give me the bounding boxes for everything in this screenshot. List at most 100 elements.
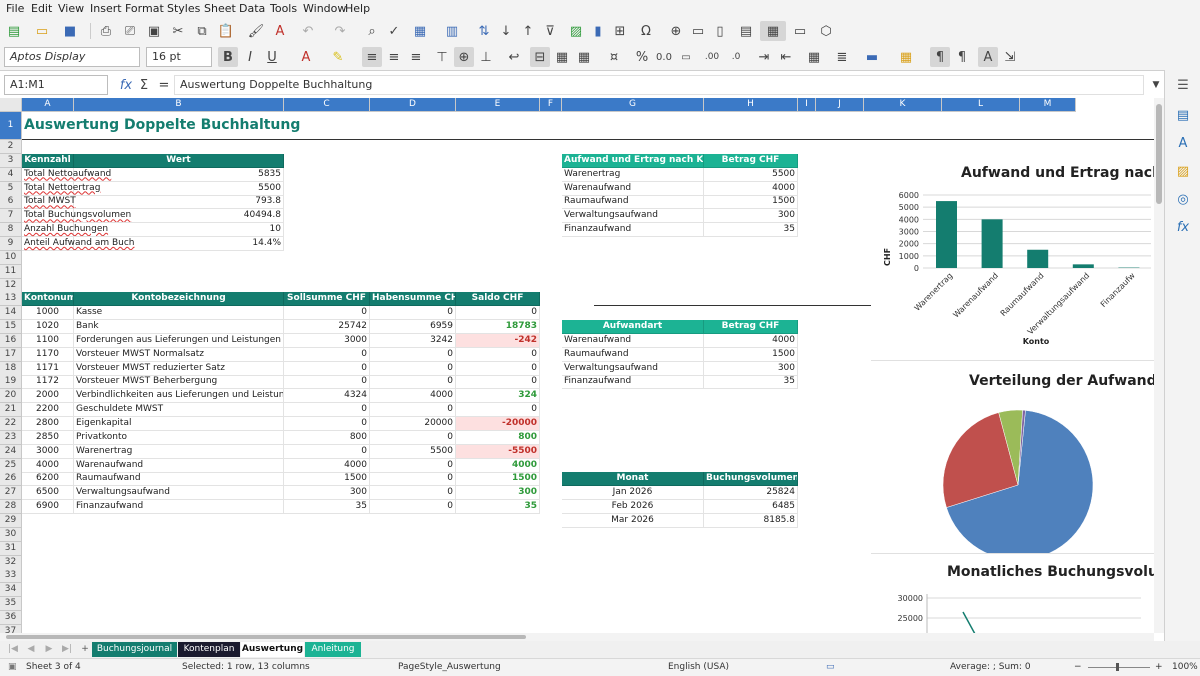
ledger-saldo[interactable]: 0 [456,362,540,376]
aufwandart-table-label[interactable]: Raumaufwand [562,348,704,362]
ledger-soll[interactable]: 1500 [284,472,370,486]
styles-icon[interactable]: A [1174,136,1192,154]
ledger-saldo[interactable]: 0 [456,375,540,389]
column-header-m[interactable]: M [1020,98,1076,112]
column-header-j[interactable]: J [816,98,864,112]
ledger-bezeichnung[interactable]: Forderungen aus Lieferungen und Leistung… [74,334,284,348]
ledger-bezeichnung[interactable]: Vorsteuer MWST reduzierter Satz [74,362,284,376]
align-top-icon[interactable]: ⊤ [432,47,452,67]
gallery-icon[interactable]: ▨ [1174,164,1192,182]
menu-sheet[interactable]: Sheet [204,2,236,15]
kpi-label[interactable]: Total Nettoertrag [22,182,74,196]
ledger-soll[interactable]: 0 [284,348,370,362]
selection-mode-icon[interactable]: ▭ [826,662,835,672]
ledger-konto[interactable]: 1172 [22,375,74,389]
paste-icon[interactable]: 📋 [216,21,236,41]
clear-format-icon[interactable]: A [270,21,290,41]
ledger-saldo[interactable]: -5500 [456,445,540,459]
ledger-header-0[interactable]: Kontonummer [22,292,74,306]
aufwandart-table-label[interactable]: Warenaufwand [562,334,704,348]
ledger-konto[interactable]: 2000 [22,389,74,403]
ltr-icon[interactable]: ¶ [930,47,950,67]
row-header-31[interactable]: 31 [0,542,22,556]
row-header-12[interactable]: 12 [0,279,22,293]
ledger-konto[interactable]: 1020 [22,320,74,334]
add-decimal-icon[interactable]: .00 [702,47,722,67]
aufwandart-table-label[interactable]: Verwaltungsaufwand [562,362,704,376]
menu-help[interactable]: Help [345,2,370,15]
vertical-scroll-thumb[interactable] [1156,104,1162,204]
monat-table-label[interactable]: Mar 2026 [562,514,704,528]
select-all-corner[interactable] [0,98,22,112]
sort-descending-icon[interactable]: ↑ [518,21,538,41]
ledger-haben[interactable]: 0 [370,375,456,389]
insert-image-icon[interactable]: ▨ [566,21,586,41]
kpi-value[interactable]: 14.4% [74,237,284,251]
ledger-saldo[interactable]: 300 [456,486,540,500]
kpi-label[interactable]: Anzahl Buchungen [22,223,74,237]
ledger-haben[interactable]: 0 [370,459,456,473]
ledger-header-2[interactable]: Sollsumme CHF [284,292,370,306]
row-header-13[interactable]: 13 [0,292,22,306]
spelling-icon[interactable]: ✓ [384,21,404,41]
ledger-saldo[interactable]: 1500 [456,472,540,486]
row-header-14[interactable]: 14 [0,306,22,320]
kpi-value[interactable]: 5500 [74,182,284,196]
ledger-konto[interactable]: 3000 [22,445,74,459]
date-format-icon[interactable]: ▭ [676,47,696,67]
row-header-11[interactable]: 11 [0,265,22,279]
ledger-bezeichnung[interactable]: Warenaufwand [74,459,284,473]
ledger-soll[interactable]: 4000 [284,459,370,473]
delete-decimal-icon[interactable]: .0 [726,47,746,67]
monat-table-value[interactable]: 25824 [704,486,798,500]
first-sheet-icon[interactable]: |◀ [4,642,22,657]
row-header-28[interactable]: 28 [0,500,22,514]
ledger-konto[interactable]: 1170 [22,348,74,362]
clone-format-icon[interactable]: 🖌 [246,21,266,41]
zoom-level[interactable]: 100% [1172,662,1198,672]
wrap-text-icon[interactable]: ↩ [504,47,524,67]
ledger-haben[interactable]: 5500 [370,445,456,459]
highlight-icon[interactable]: ✎ [328,47,348,67]
ae-table-value[interactable]: 5500 [704,168,798,182]
zoom-out-icon[interactable]: − [1074,662,1082,672]
ledger-soll[interactable]: 0 [284,445,370,459]
kpi-value[interactable]: 793.8 [74,195,284,209]
monat-table-value[interactable]: 8185.8 [704,514,798,528]
export-pdf-icon[interactable]: ⎙ [96,21,116,41]
row-header-30[interactable]: 30 [0,528,22,542]
ledger-header-1[interactable]: Kontobezeichnung [74,292,284,306]
column-header-c[interactable]: C [284,98,370,112]
pie-chart[interactable]: Verteilung der Aufwandarten [871,361,1154,554]
ledger-saldo[interactable]: -20000 [456,417,540,431]
formula-icon[interactable]: = [154,75,174,95]
borders-icon[interactable]: ▦ [804,47,824,67]
row-header-6[interactable]: 6 [0,195,22,209]
ledger-haben[interactable]: 4000 [370,389,456,403]
monat-table-label[interactable]: Feb 2026 [562,500,704,514]
kpi-value[interactable]: 10 [74,223,284,237]
menu-data[interactable]: Data [239,2,265,15]
tab-auswertung[interactable]: Auswertung [241,642,304,657]
ae-table-label[interactable]: Verwaltungsaufwand [562,209,704,223]
ledger-konto[interactable]: 2850 [22,431,74,445]
font-color-icon[interactable]: A [296,47,316,67]
ledger-haben[interactable]: 0 [370,306,456,320]
add-sheet-icon[interactable]: + [78,642,92,657]
column-header-k[interactable]: K [864,98,942,112]
ae-table-label[interactable]: Finanzaufwand [562,223,704,237]
prev-sheet-icon[interactable]: ◀ [22,642,40,657]
border-style-icon[interactable]: ≣ [832,47,852,67]
ledger-bezeichnung[interactable]: Kasse [74,306,284,320]
ledger-soll[interactable]: 0 [284,306,370,320]
currency-icon[interactable]: ¤ [604,47,624,67]
conditional-format-icon[interactable]: ▦ [896,47,916,67]
number-format-icon[interactable]: 0.0 [654,47,674,67]
ledger-saldo[interactable]: 0 [456,403,540,417]
ledger-bezeichnung[interactable]: Privatkonto [74,431,284,445]
comment-icon[interactable]: ▭ [688,21,708,41]
sum-icon[interactable]: Σ [134,75,154,95]
menu-edit[interactable]: Edit [31,2,52,15]
language-status[interactable]: English (USA) [668,662,729,672]
ledger-soll[interactable]: 25742 [284,320,370,334]
